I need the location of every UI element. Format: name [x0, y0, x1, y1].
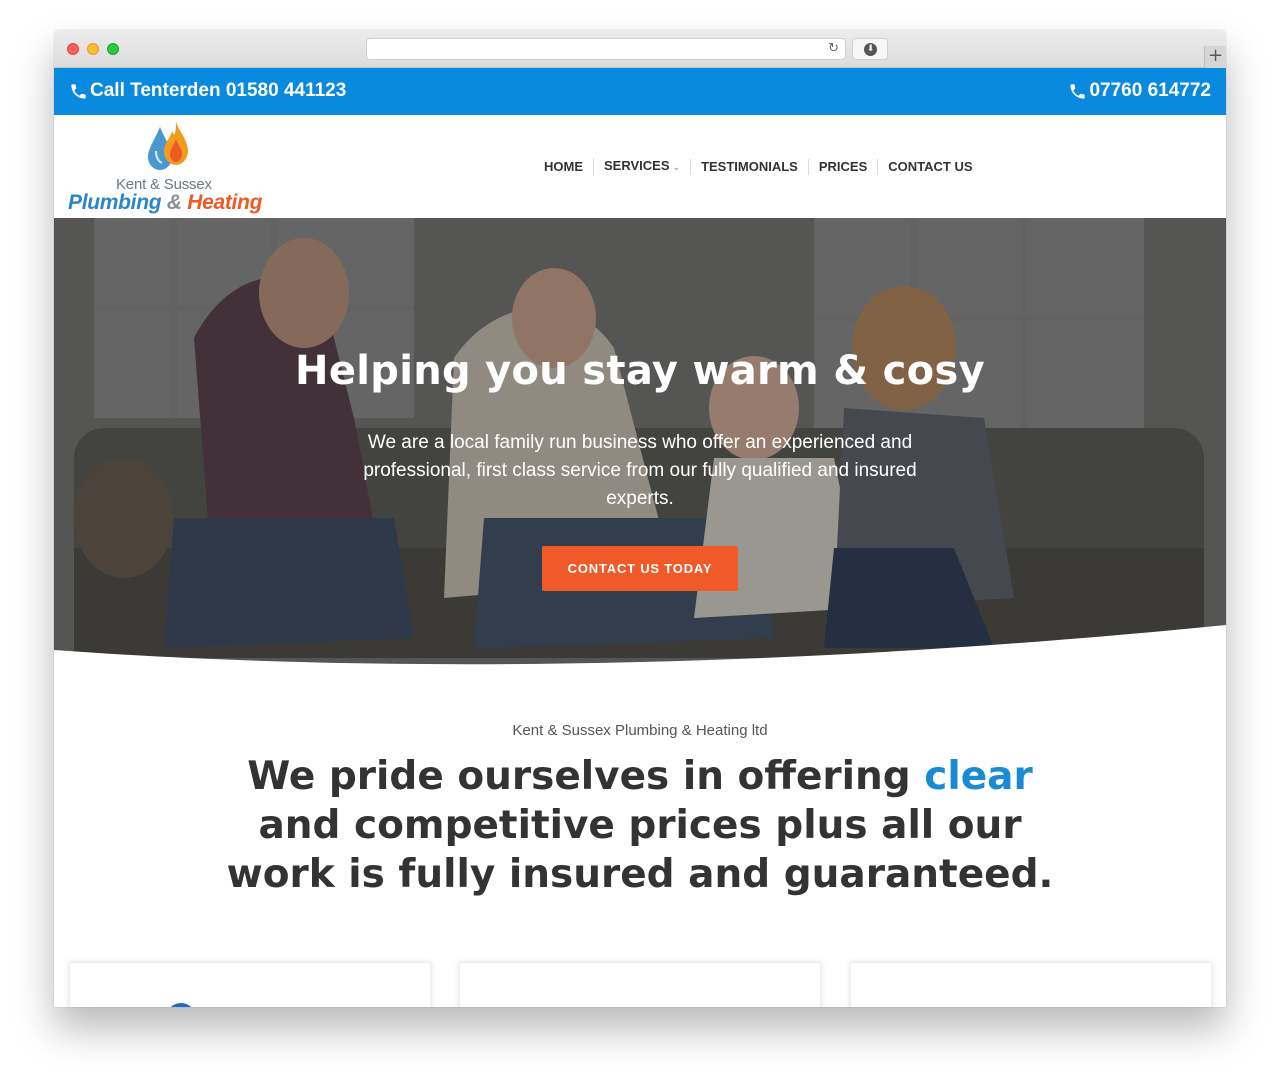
maximize-window-button[interactable] [107, 43, 119, 55]
nav-prices[interactable]: PRICES [807, 159, 877, 175]
site-logo[interactable]: Kent & Sussex Plumbing & Heating [68, 121, 278, 215]
close-window-button[interactable] [67, 43, 79, 55]
intro-headline-start: We pride ourselves in offering [247, 754, 925, 799]
tenterden-phone-text: Call Tenterden 01580 441123 [90, 80, 347, 101]
reload-icon[interactable]: ↻ [828, 42, 839, 56]
service-card[interactable] [459, 962, 821, 1007]
hero-description: We are a local family run business who o… [363, 432, 917, 509]
service-card[interactable] [69, 962, 431, 1007]
intro-headline-end: and competitive prices plus all our work… [226, 803, 1054, 897]
site-header: Kent & Sussex Plumbing & Heating HOME SE… [54, 115, 1226, 218]
contact-bar: Call Tenterden 01580 441123 07760 614772 [54, 68, 1226, 115]
nav-testimonials[interactable]: TESTIMONIALS [690, 159, 808, 175]
service-icon [166, 1003, 196, 1007]
hero-wave-divider [54, 625, 1226, 670]
minimize-window-button[interactable] [87, 43, 99, 55]
logo-word-plumbing: Plumbing [68, 191, 162, 214]
nav-services-label: SERVICES [604, 158, 670, 173]
plus-icon[interactable]: + [1204, 46, 1226, 68]
intro-headline-highlight: clear [924, 754, 1033, 799]
hero-banner: Helping you stay warm & cosy We are a lo… [54, 218, 1226, 670]
contact-us-today-button[interactable]: CONTACT US TODAY [542, 546, 738, 591]
phone-icon [71, 83, 86, 99]
address-bar[interactable]: ↻ [366, 38, 846, 60]
phone-icon [1070, 83, 1086, 99]
water-flame-icon [148, 121, 188, 170]
mobile-phone-text: 07760 614772 [1089, 80, 1211, 101]
nav-services[interactable]: SERVICES ⌄ [593, 158, 690, 176]
download-button[interactable]: ⬇ [852, 38, 888, 60]
browser-toolbar: ↻ ⬇ + [54, 30, 1226, 68]
tenterden-phone-link[interactable]: Call Tenterden 01580 441123 [69, 80, 346, 102]
nav-home[interactable]: HOME [534, 159, 593, 175]
logo-ampersand: & [166, 191, 182, 214]
logo-word-heating: Heating [187, 191, 263, 214]
download-icon: ⬇ [864, 43, 877, 56]
mobile-phone-link[interactable]: 07760 614772 [1068, 80, 1211, 102]
browser-window: ↻ ⬇ + Call Tenterden 01580 441123 07760 … [54, 30, 1226, 1007]
intro-headline: We pride ourselves in offering clear and… [204, 752, 1076, 899]
logo-title: Plumbing & Heating [68, 191, 262, 215]
hero-title: Helping you stay warm & cosy [295, 348, 985, 394]
chevron-down-icon: ⌄ [672, 163, 681, 173]
main-navigation: HOME SERVICES ⌄ TESTIMONIALS PRICES CONTA… [534, 158, 983, 176]
service-card[interactable] [850, 962, 1212, 1007]
company-name: Kent & Sussex Plumbing & Heating ltd [512, 722, 768, 739]
nav-contact[interactable]: CONTACT US [877, 159, 982, 175]
